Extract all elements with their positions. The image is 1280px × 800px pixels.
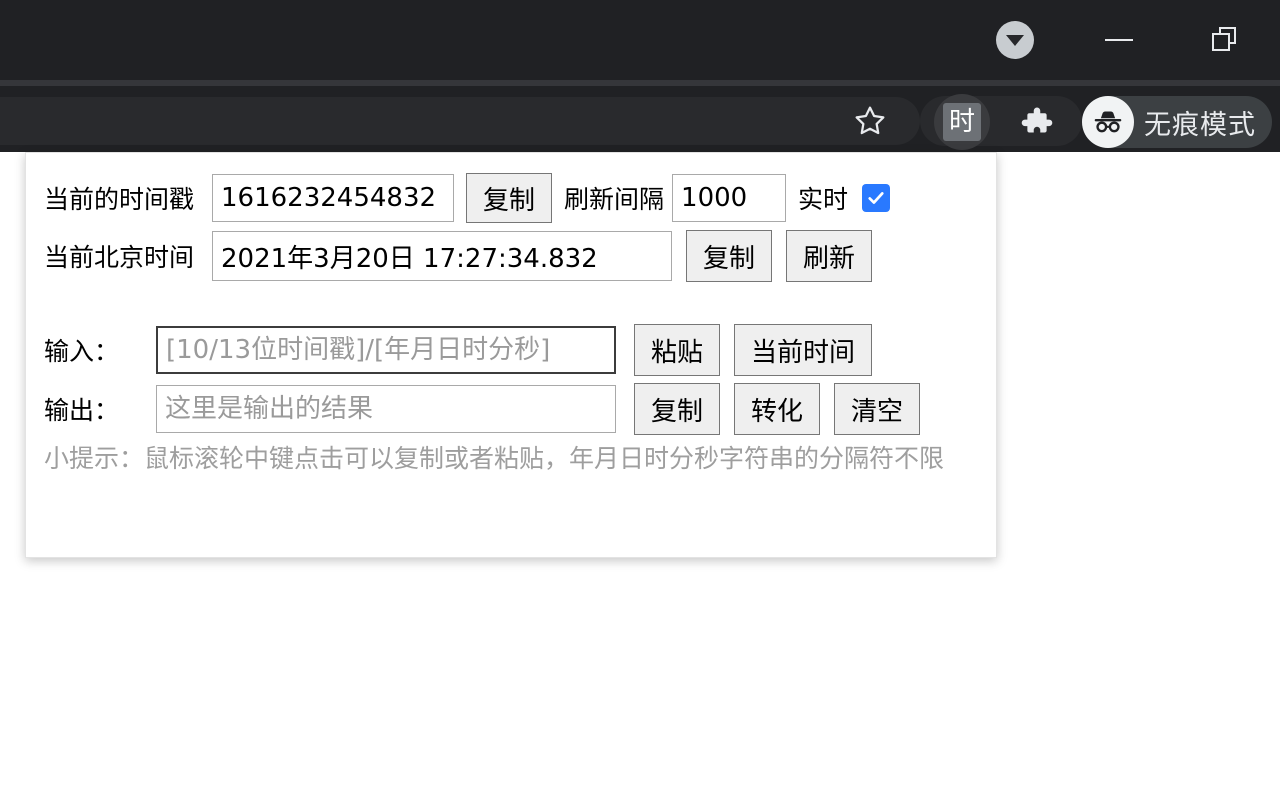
current-timestamp-input[interactable] (212, 174, 454, 222)
checkmark-icon (866, 188, 886, 208)
minimize-button[interactable] (1080, 0, 1158, 80)
paste-button[interactable]: 粘贴 (634, 324, 720, 376)
caret-down-glyph (1006, 35, 1024, 46)
restore-window-icon (1212, 27, 1238, 53)
convert-button[interactable]: 转化 (734, 383, 820, 435)
refresh-interval-input[interactable] (672, 174, 786, 222)
caret-down-circle-icon (996, 21, 1034, 59)
row-output: 输出： 复制 转化 清空 (44, 383, 978, 435)
output-field[interactable] (156, 385, 616, 433)
beijing-time-label: 当前北京时间 (44, 238, 212, 274)
input-field[interactable] (156, 326, 616, 374)
star-icon (853, 104, 887, 138)
current-timestamp-label: 当前的时间戳 (44, 180, 212, 216)
row-current-timestamp: 当前的时间戳 复制 刷新间隔 实时 (44, 173, 978, 223)
restore-button[interactable] (1186, 0, 1264, 80)
extensions-menu-button[interactable] (1014, 100, 1060, 142)
incognito-indicator[interactable]: 无痕模式 (1082, 96, 1272, 148)
beijing-time-input[interactable] (212, 231, 672, 281)
input-label: 输入： (44, 332, 156, 368)
copy-output-button[interactable]: 复制 (634, 383, 720, 435)
extension-timestamp-button[interactable]: 时 (934, 94, 990, 150)
output-label: 输出： (44, 391, 156, 427)
window-menu-button[interactable] (976, 0, 1054, 80)
incognito-label: 无痕模式 (1144, 103, 1256, 142)
incognito-hat-glasses-icon (1082, 96, 1134, 148)
refresh-interval-label: 刷新间隔 (564, 180, 664, 216)
row-input: 输入： 粘贴 当前时间 (44, 324, 978, 376)
copy-timestamp-button[interactable]: 复制 (466, 173, 552, 223)
refresh-beijing-time-button[interactable]: 刷新 (786, 230, 872, 282)
hint-text: 小提示：鼠标滚轮中键点击可以复制或者粘贴，年月日时分秒字符串的分隔符不限 (44, 442, 974, 476)
timestamp-extension-popup: 当前的时间戳 复制 刷新间隔 实时 当前北京时间 复制 刷新 输入： 粘贴 当前… (25, 152, 997, 558)
clear-button[interactable]: 清空 (834, 383, 920, 435)
address-bar[interactable] (0, 97, 920, 145)
realtime-label: 实时 (798, 180, 848, 216)
current-time-button[interactable]: 当前时间 (734, 324, 872, 376)
minimize-icon (1105, 39, 1133, 41)
extension-timestamp-icon: 时 (943, 103, 981, 141)
bookmark-button[interactable] (846, 100, 894, 142)
row-beijing-time: 当前北京时间 复制 刷新 (44, 230, 978, 282)
puzzle-piece-icon (1020, 104, 1054, 138)
realtime-checkbox[interactable] (862, 184, 890, 212)
copy-beijing-time-button[interactable]: 复制 (686, 230, 772, 282)
